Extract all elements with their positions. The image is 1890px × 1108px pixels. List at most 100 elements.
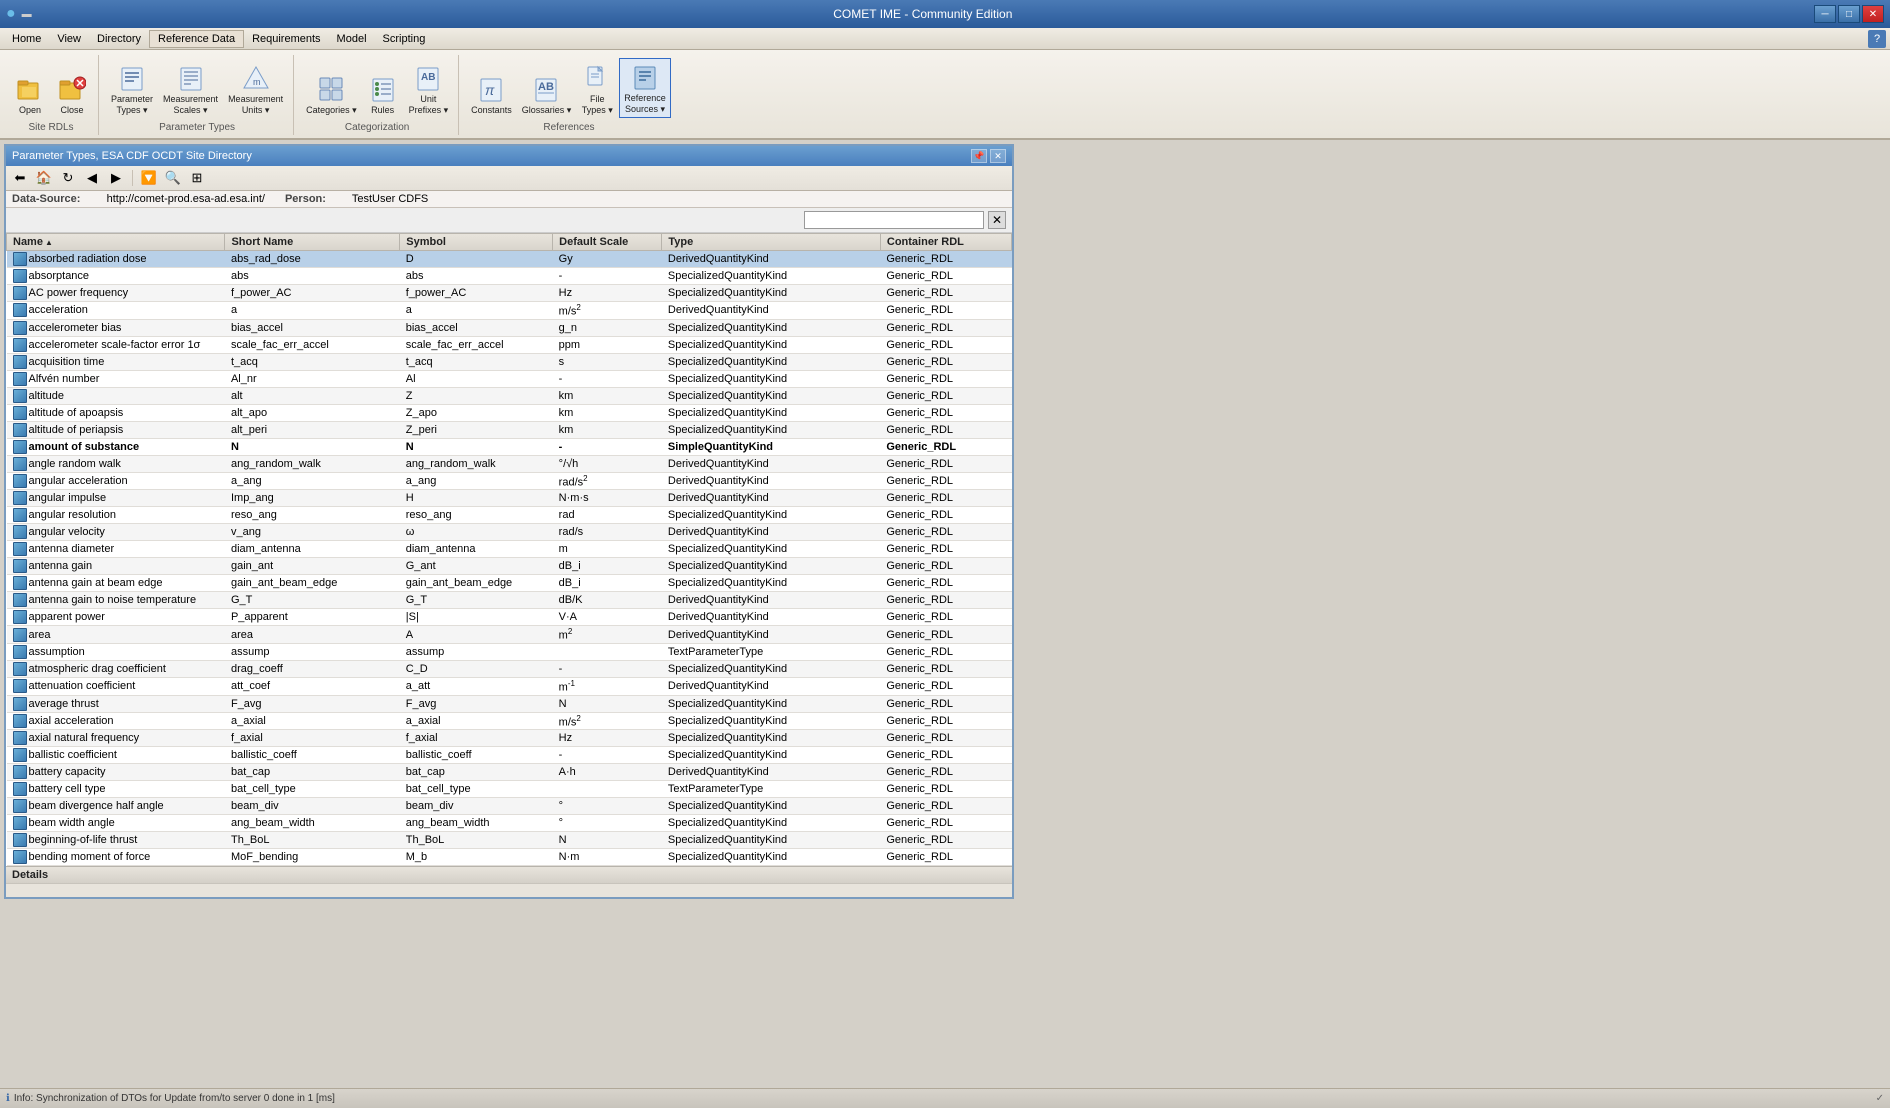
table-row[interactable]: antenna gain to noise temperatureG_TG_Td…: [7, 592, 1012, 609]
panel-filter-button[interactable]: 🔽: [139, 168, 159, 188]
cell-container-rdl: Generic_RDL: [880, 849, 1011, 866]
table-row[interactable]: absorbed radiation doseabs_rad_doseDGyDe…: [7, 251, 1012, 268]
categories-button[interactable]: Categories ▾: [302, 71, 361, 118]
panel-nav-forward-button[interactable]: ▶: [106, 168, 126, 188]
table-row[interactable]: altitude of periapsisalt_periZ_perikmSpe…: [7, 421, 1012, 438]
table-row[interactable]: amount of substanceNN-SimpleQuantityKind…: [7, 438, 1012, 455]
measurement-scales-label: MeasurementScales ▾: [163, 94, 218, 116]
search-clear-button[interactable]: ✕: [988, 211, 1006, 229]
parameter-types-button[interactable]: ParameterTypes ▾: [107, 60, 157, 118]
cell-default-scale: A·h: [553, 764, 662, 781]
col-container-rdl[interactable]: Container RDL: [880, 234, 1011, 251]
svg-text:AB: AB: [538, 81, 554, 93]
cell-container-rdl: Generic_RDL: [880, 815, 1011, 832]
table-row[interactable]: angular velocityv_angωrad/sDerivedQuanti…: [7, 524, 1012, 541]
table-row[interactable]: angular accelerationa_anga_angrad/s2Deri…: [7, 472, 1012, 490]
panel-nav-back-button[interactable]: ◀: [82, 168, 102, 188]
table-row[interactable]: average thrustF_avgF_avgNSpecializedQuan…: [7, 695, 1012, 712]
menu-view[interactable]: View: [49, 31, 89, 47]
table-row[interactable]: AC power frequencyf_power_ACf_power_ACHz…: [7, 285, 1012, 302]
table-row[interactable]: axial accelerationa_axiala_axialm/s2Spec…: [7, 712, 1012, 730]
close-button[interactable]: Close: [52, 71, 92, 118]
table-row[interactable]: attenuation coefficientatt_coefa_attm-1D…: [7, 677, 1012, 695]
table-row[interactable]: accelerationaam/s2DerivedQuantityKindGen…: [7, 302, 1012, 320]
col-default-scale[interactable]: Default Scale: [553, 234, 662, 251]
cell-name: beam width angle: [7, 815, 225, 832]
toolbar-group-site-rdls: Open Close Site RDLs: [4, 55, 99, 135]
table-row[interactable]: altitudealtZkmSpecializedQuantityKindGen…: [7, 387, 1012, 404]
col-name[interactable]: Name ▲: [7, 234, 225, 251]
table-row[interactable]: accelerometer scale-factor error 1σscale…: [7, 336, 1012, 353]
data-table[interactable]: Name ▲ Short Name Symbol Default Scale T…: [6, 233, 1012, 866]
panel-search-button[interactable]: 🔍: [163, 168, 183, 188]
open-button[interactable]: Open: [10, 71, 50, 118]
table-row[interactable]: angular impulseImp_angHN·m·sDerivedQuant…: [7, 490, 1012, 507]
col-short-name[interactable]: Short Name: [225, 234, 400, 251]
menu-directory[interactable]: Directory: [89, 31, 149, 47]
col-type[interactable]: Type: [662, 234, 880, 251]
constants-button[interactable]: π Constants: [467, 71, 516, 118]
table-row[interactable]: bending moment of forceMoF_bendingM_bN·m…: [7, 849, 1012, 866]
cell-container-rdl: Generic_RDL: [880, 268, 1011, 285]
file-types-button[interactable]: FileTypes ▾: [577, 60, 617, 118]
table-row[interactable]: angle random walkang_random_walkang_rand…: [7, 455, 1012, 472]
table-row[interactable]: apparent powerP_apparent|S|V·ADerivedQua…: [7, 609, 1012, 626]
doc-pin-button[interactable]: 📌: [971, 149, 987, 163]
table-row[interactable]: assumptionassumpassumpTextParameterTypeG…: [7, 643, 1012, 660]
cell-type: SpecializedQuantityKind: [662, 353, 880, 370]
measurement-units-button[interactable]: m MeasurementUnits ▾: [224, 60, 287, 118]
table-row[interactable]: acquisition timet_acqt_acqsSpecializedQu…: [7, 353, 1012, 370]
panel-back-button[interactable]: ⬅: [10, 168, 30, 188]
table-row[interactable]: atmospheric drag coefficientdrag_coeffC_…: [7, 660, 1012, 677]
table-row[interactable]: battery cell typebat_cell_typebat_cell_t…: [7, 781, 1012, 798]
col-symbol[interactable]: Symbol: [400, 234, 553, 251]
cell-container-rdl: Generic_RDL: [880, 730, 1011, 747]
table-row[interactable]: Alfvén numberAl_nrAl-SpecializedQuantity…: [7, 370, 1012, 387]
table-row[interactable]: antenna diameterdiam_antennadiam_antenna…: [7, 541, 1012, 558]
panel-home-button[interactable]: 🏠: [34, 168, 54, 188]
minimize-button[interactable]: ─: [1814, 5, 1836, 23]
menu-home[interactable]: Home: [4, 31, 49, 47]
unit-prefixes-button[interactable]: AB UnitPrefixes ▾: [405, 60, 453, 118]
glossaries-button[interactable]: AB Glossaries ▾: [518, 71, 576, 118]
cell-symbol: M_b: [400, 849, 553, 866]
table-row[interactable]: beam divergence half anglebeam_divbeam_d…: [7, 798, 1012, 815]
title-bar: ● ▬ COMET IME - Community Edition ─ □ ✕: [0, 0, 1890, 28]
cell-symbol: C_D: [400, 660, 553, 677]
maximize-button[interactable]: □: [1838, 5, 1860, 23]
measurement-scales-button[interactable]: MeasurementScales ▾: [159, 60, 222, 118]
cell-symbol: abs: [400, 268, 553, 285]
table-row[interactable]: antenna gaingain_antG_antdB_iSpecialized…: [7, 558, 1012, 575]
rules-button[interactable]: Rules: [363, 71, 403, 118]
measurement-units-label: MeasurementUnits ▾: [228, 94, 283, 116]
cell-short-name: scale_fac_err_accel: [225, 336, 400, 353]
table-row[interactable]: ballistic coefficientballistic_coeffball…: [7, 747, 1012, 764]
reference-sources-button[interactable]: ReferenceSources ▾: [619, 58, 671, 118]
search-input[interactable]: [804, 211, 984, 229]
cell-type: SpecializedQuantityKind: [662, 849, 880, 866]
table-row[interactable]: axial natural frequencyf_axialf_axialHzS…: [7, 730, 1012, 747]
cell-short-name: t_acq: [225, 353, 400, 370]
cell-default-scale: V·A: [553, 609, 662, 626]
table-row[interactable]: absorptanceabsabs-SpecializedQuantityKin…: [7, 268, 1012, 285]
menu-model[interactable]: Model: [329, 31, 375, 47]
help-icon[interactable]: ?: [1868, 30, 1886, 48]
cell-name: antenna diameter: [7, 541, 225, 558]
table-row[interactable]: antenna gain at beam edgegain_ant_beam_e…: [7, 575, 1012, 592]
close-button[interactable]: ✕: [1862, 5, 1884, 23]
menu-requirements[interactable]: Requirements: [244, 31, 328, 47]
menu-reference-data[interactable]: Reference Data: [149, 30, 244, 48]
categorization-label: Categorization: [345, 122, 409, 133]
table-row[interactable]: areaareaAm2DerivedQuantityKindGeneric_RD…: [7, 626, 1012, 644]
table-row[interactable]: altitude of apoapsisalt_apoZ_apokmSpecia…: [7, 404, 1012, 421]
cell-short-name: drag_coeff: [225, 660, 400, 677]
table-row[interactable]: battery capacitybat_capbat_capA·hDerived…: [7, 764, 1012, 781]
table-row[interactable]: beginning-of-life thrustTh_BoLTh_BoLNSpe…: [7, 832, 1012, 849]
menu-scripting[interactable]: Scripting: [375, 31, 434, 47]
panel-expand-button[interactable]: ⊞: [187, 168, 207, 188]
panel-refresh-button[interactable]: ↻: [58, 168, 78, 188]
table-row[interactable]: accelerometer biasbias_accelbias_accelg_…: [7, 319, 1012, 336]
table-row[interactable]: angular resolutionreso_angreso_angradSpe…: [7, 507, 1012, 524]
table-row[interactable]: beam width angleang_beam_widthang_beam_w…: [7, 815, 1012, 832]
doc-close-button[interactable]: ✕: [990, 149, 1006, 163]
